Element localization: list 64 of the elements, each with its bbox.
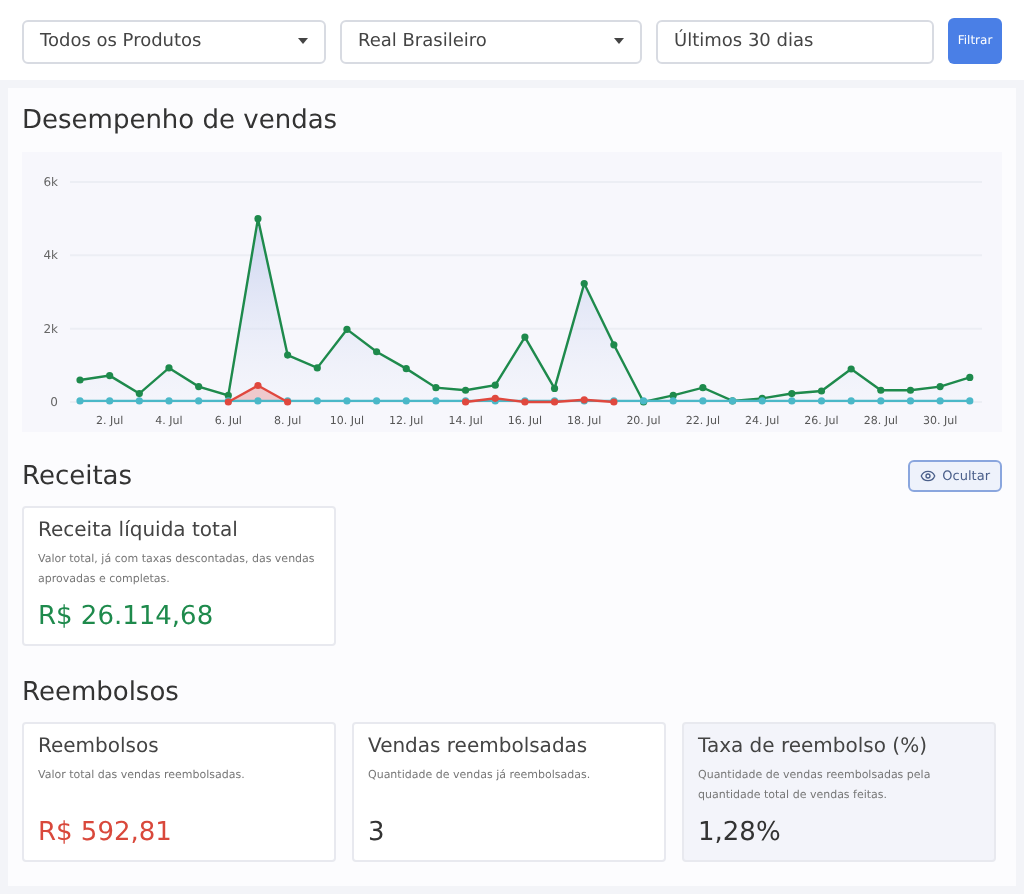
card-title: Receita líquida total: [38, 520, 240, 542]
point: [699, 384, 707, 392]
point: [254, 215, 262, 223]
card-title: Taxa de reembolso (%): [698, 736, 929, 758]
point: [402, 365, 410, 373]
point: [165, 364, 173, 372]
point: [76, 376, 84, 384]
point: [906, 386, 915, 394]
section-title: Receitas: [22, 461, 133, 491]
point: [550, 384, 559, 393]
point: [817, 387, 826, 395]
caret-icon: [614, 38, 624, 44]
eye-icon: [920, 468, 937, 484]
point: [788, 389, 796, 398]
point: [402, 397, 410, 405]
point: [106, 397, 114, 405]
point: [580, 279, 588, 288]
point: [284, 351, 292, 359]
point: [610, 341, 618, 349]
point: [106, 372, 114, 380]
point: [254, 397, 262, 405]
point: [788, 397, 796, 405]
point: [195, 383, 203, 391]
point: [76, 397, 84, 405]
point: [906, 397, 915, 405]
point: [254, 381, 262, 390]
card-title: Vendas reembolsadas: [368, 736, 590, 758]
point: [877, 397, 885, 405]
section-title: Reembolsos: [22, 678, 179, 708]
currency-select[interactable]: Real Brasileiro: [340, 19, 642, 63]
point: [432, 384, 440, 392]
card-value: 3: [368, 818, 387, 848]
card-value: R$ 592,81: [38, 818, 174, 848]
point: [135, 389, 143, 398]
point: [313, 397, 321, 405]
card-title: Reembolsos: [38, 736, 161, 758]
point: [966, 397, 974, 405]
product-select[interactable]: Todos os Produtos: [22, 19, 326, 63]
point: [521, 333, 529, 341]
point: [877, 386, 885, 394]
point: [669, 397, 677, 405]
point: [491, 381, 499, 389]
point: [432, 397, 440, 405]
point: [373, 348, 381, 356]
card-value: R$ 26.114,68: [38, 602, 216, 632]
point: [343, 397, 351, 405]
point: [135, 397, 143, 405]
section-title: Desempenho de vendas: [22, 106, 340, 136]
point: [343, 325, 351, 333]
point: [817, 397, 826, 405]
point: [936, 397, 944, 405]
period-field[interactable]: Últimos 30 dias: [656, 19, 934, 63]
point: [195, 397, 203, 405]
caret-icon: [298, 38, 308, 44]
point: [936, 383, 944, 391]
point: [165, 397, 173, 405]
point: [966, 373, 974, 382]
point: [373, 397, 381, 405]
point: [699, 397, 707, 405]
point: [461, 386, 470, 394]
point: [847, 397, 855, 405]
point: [847, 365, 855, 373]
point: [313, 364, 321, 372]
card-value: 1,28%: [698, 818, 783, 848]
